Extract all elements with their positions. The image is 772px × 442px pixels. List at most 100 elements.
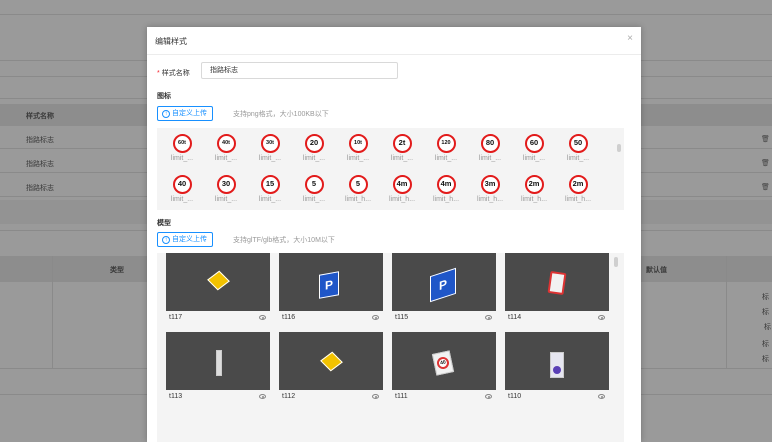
speed-limit-sign-icon: 40 xyxy=(172,175,192,194)
icon-option[interactable]: 60 limit_... xyxy=(515,132,553,168)
required-mark: * xyxy=(157,70,160,77)
speed-limit-sign-icon: 4m xyxy=(392,175,412,194)
model-name: t116 xyxy=(282,314,296,321)
model-card[interactable]: Pt115 xyxy=(392,253,496,328)
warning-sign-model-icon xyxy=(207,270,230,291)
bg-col-divider xyxy=(52,256,53,368)
model-card[interactable]: t117 xyxy=(166,253,270,328)
icon-option[interactable]: 15 limit_... xyxy=(251,173,289,209)
eye-icon[interactable] xyxy=(598,394,605,399)
speed-limit-sign-icon: 3m xyxy=(480,175,500,194)
bg-side-char: 标 xyxy=(762,341,769,348)
icon-option[interactable]: 40t limit_... xyxy=(207,132,245,168)
model-grid-scrollbar[interactable] xyxy=(614,257,618,267)
icon-option[interactable]: 2m limit_h... xyxy=(515,173,553,209)
icon-option-label: limit_... xyxy=(258,155,282,162)
style-name-label: * 样式名称 xyxy=(157,68,190,78)
post-sign-model-icon xyxy=(216,350,222,376)
icon-option[interactable]: 40 limit_... xyxy=(163,173,201,209)
no-turn-sign-model-icon xyxy=(547,270,567,296)
icon-option[interactable]: 80 limit_... xyxy=(471,132,509,168)
speed-limit-sign-icon: 40t xyxy=(216,134,236,153)
icon-grid-scrollbar[interactable] xyxy=(617,144,621,152)
speed-limit-sign-icon: 60t xyxy=(172,134,192,153)
model-thumbnail[interactable] xyxy=(505,332,609,390)
model-thumbnail[interactable]: 40 xyxy=(392,332,496,390)
icon-option[interactable]: 20 limit_... xyxy=(295,132,333,168)
bg-col-type: 类型 xyxy=(110,267,124,274)
icon-option[interactable]: 10t limit_... xyxy=(339,132,377,168)
icon-option-label: limit_... xyxy=(170,196,194,203)
bg-side-char: 标 xyxy=(762,309,769,316)
model-upload-button[interactable]: ↑ 自定义上传 xyxy=(157,232,213,247)
icon-option[interactable]: 2t limit_... xyxy=(383,132,421,168)
bg-side-char: 标 xyxy=(764,324,771,331)
sign-dot-icon xyxy=(553,366,561,374)
model-thumbnail[interactable] xyxy=(505,253,609,311)
speed-limit-sign-model-icon: 40 xyxy=(431,350,455,376)
model-card[interactable]: Pt116 xyxy=(279,253,383,328)
icon-grid: 2m limit_h... 2m limit_h... 3m limit_h... 4m li… xyxy=(157,128,624,210)
icon-option-label: limit_h... xyxy=(432,196,460,203)
icon-option[interactable]: 50 limit_... xyxy=(559,132,597,168)
model-thumbnail[interactable]: P xyxy=(392,253,496,311)
icon-option-label: limit_... xyxy=(390,155,414,162)
upload-cloud-icon: ↑ xyxy=(162,235,170,244)
eye-icon[interactable] xyxy=(259,394,266,399)
modal-header: 编辑样式 × xyxy=(147,27,641,55)
model-grid: t110 40 t111 t112 t113 t114 Pt115 Pt116 t117 xyxy=(157,253,624,442)
icon-option[interactable]: 2m limit_h... xyxy=(559,173,597,209)
bg-table-cell: 指路标志 xyxy=(26,161,54,168)
bg-col-style-name: 样式名称 xyxy=(26,113,54,120)
icon-option[interactable]: 120 limit_... xyxy=(427,132,465,168)
model-card[interactable]: 40 t111 xyxy=(392,332,496,407)
speed-limit-sign-icon: 80 xyxy=(480,134,500,153)
model-thumbnail[interactable] xyxy=(166,253,270,311)
model-thumbnail[interactable] xyxy=(279,332,383,390)
model-card[interactable]: t110 xyxy=(505,332,609,407)
model-name: t111 xyxy=(395,393,408,400)
model-section-title: 模型 xyxy=(157,220,171,227)
icon-option[interactable]: 3m limit_h... xyxy=(471,173,509,209)
model-thumbnail[interactable]: P xyxy=(279,253,383,311)
speed-limit-sign-icon: 5 xyxy=(304,175,324,194)
icon-option[interactable]: 30t limit_... xyxy=(251,132,289,168)
model-name: t114 xyxy=(508,314,522,321)
speed-limit-sign-icon: 2t xyxy=(392,134,412,153)
icon-upload-button[interactable]: ↑ 自定义上传 xyxy=(157,106,213,121)
icon-option[interactable]: 5 limit_h... xyxy=(339,173,377,209)
model-card[interactable]: t113 xyxy=(166,332,270,407)
icon-option-label: limit_h... xyxy=(520,196,548,203)
model-name: t112 xyxy=(282,393,296,400)
icon-option[interactable]: 4m limit_h... xyxy=(427,173,465,209)
speed-limit-sign-icon: 30t xyxy=(260,134,280,153)
speed-limit-sign-icon: 4m xyxy=(436,175,456,194)
icon-option-label: limit_h... xyxy=(564,196,592,203)
icon-option[interactable]: 4m limit_h... xyxy=(383,173,421,209)
icon-upload-hint: 支持png格式，大小100KB以下 xyxy=(233,111,329,118)
modal-title: 编辑样式 xyxy=(155,37,187,46)
icon-option-label: limit_... xyxy=(214,196,238,203)
eye-icon[interactable] xyxy=(485,315,492,320)
icon-option[interactable]: 5 limit_... xyxy=(295,173,333,209)
model-thumbnail[interactable] xyxy=(166,332,270,390)
style-name-input[interactable]: 指路标志 xyxy=(201,62,398,79)
model-card[interactable]: t112 xyxy=(279,332,383,407)
eye-icon[interactable] xyxy=(259,315,266,320)
eye-icon[interactable] xyxy=(598,315,605,320)
icon-option-label: limit_... xyxy=(478,155,502,162)
speed-limit-sign-icon: 60 xyxy=(524,134,544,153)
eye-icon[interactable] xyxy=(485,394,492,399)
eye-icon[interactable] xyxy=(372,394,379,399)
bg-col-divider xyxy=(726,256,727,368)
warning-sign-model-icon xyxy=(320,351,343,372)
icon-option[interactable]: 30 limit_... xyxy=(207,173,245,209)
eye-icon[interactable] xyxy=(372,315,379,320)
bg-delete-icon: 🗑 xyxy=(761,136,770,143)
model-card[interactable]: t114 xyxy=(505,253,609,328)
close-icon[interactable]: × xyxy=(627,33,633,44)
speed-limit-sign-icon: 10t xyxy=(348,134,368,153)
model-name: t110 xyxy=(508,393,522,400)
icon-option-label: limit_h... xyxy=(388,196,416,203)
icon-option[interactable]: 60t limit_... xyxy=(163,132,201,168)
